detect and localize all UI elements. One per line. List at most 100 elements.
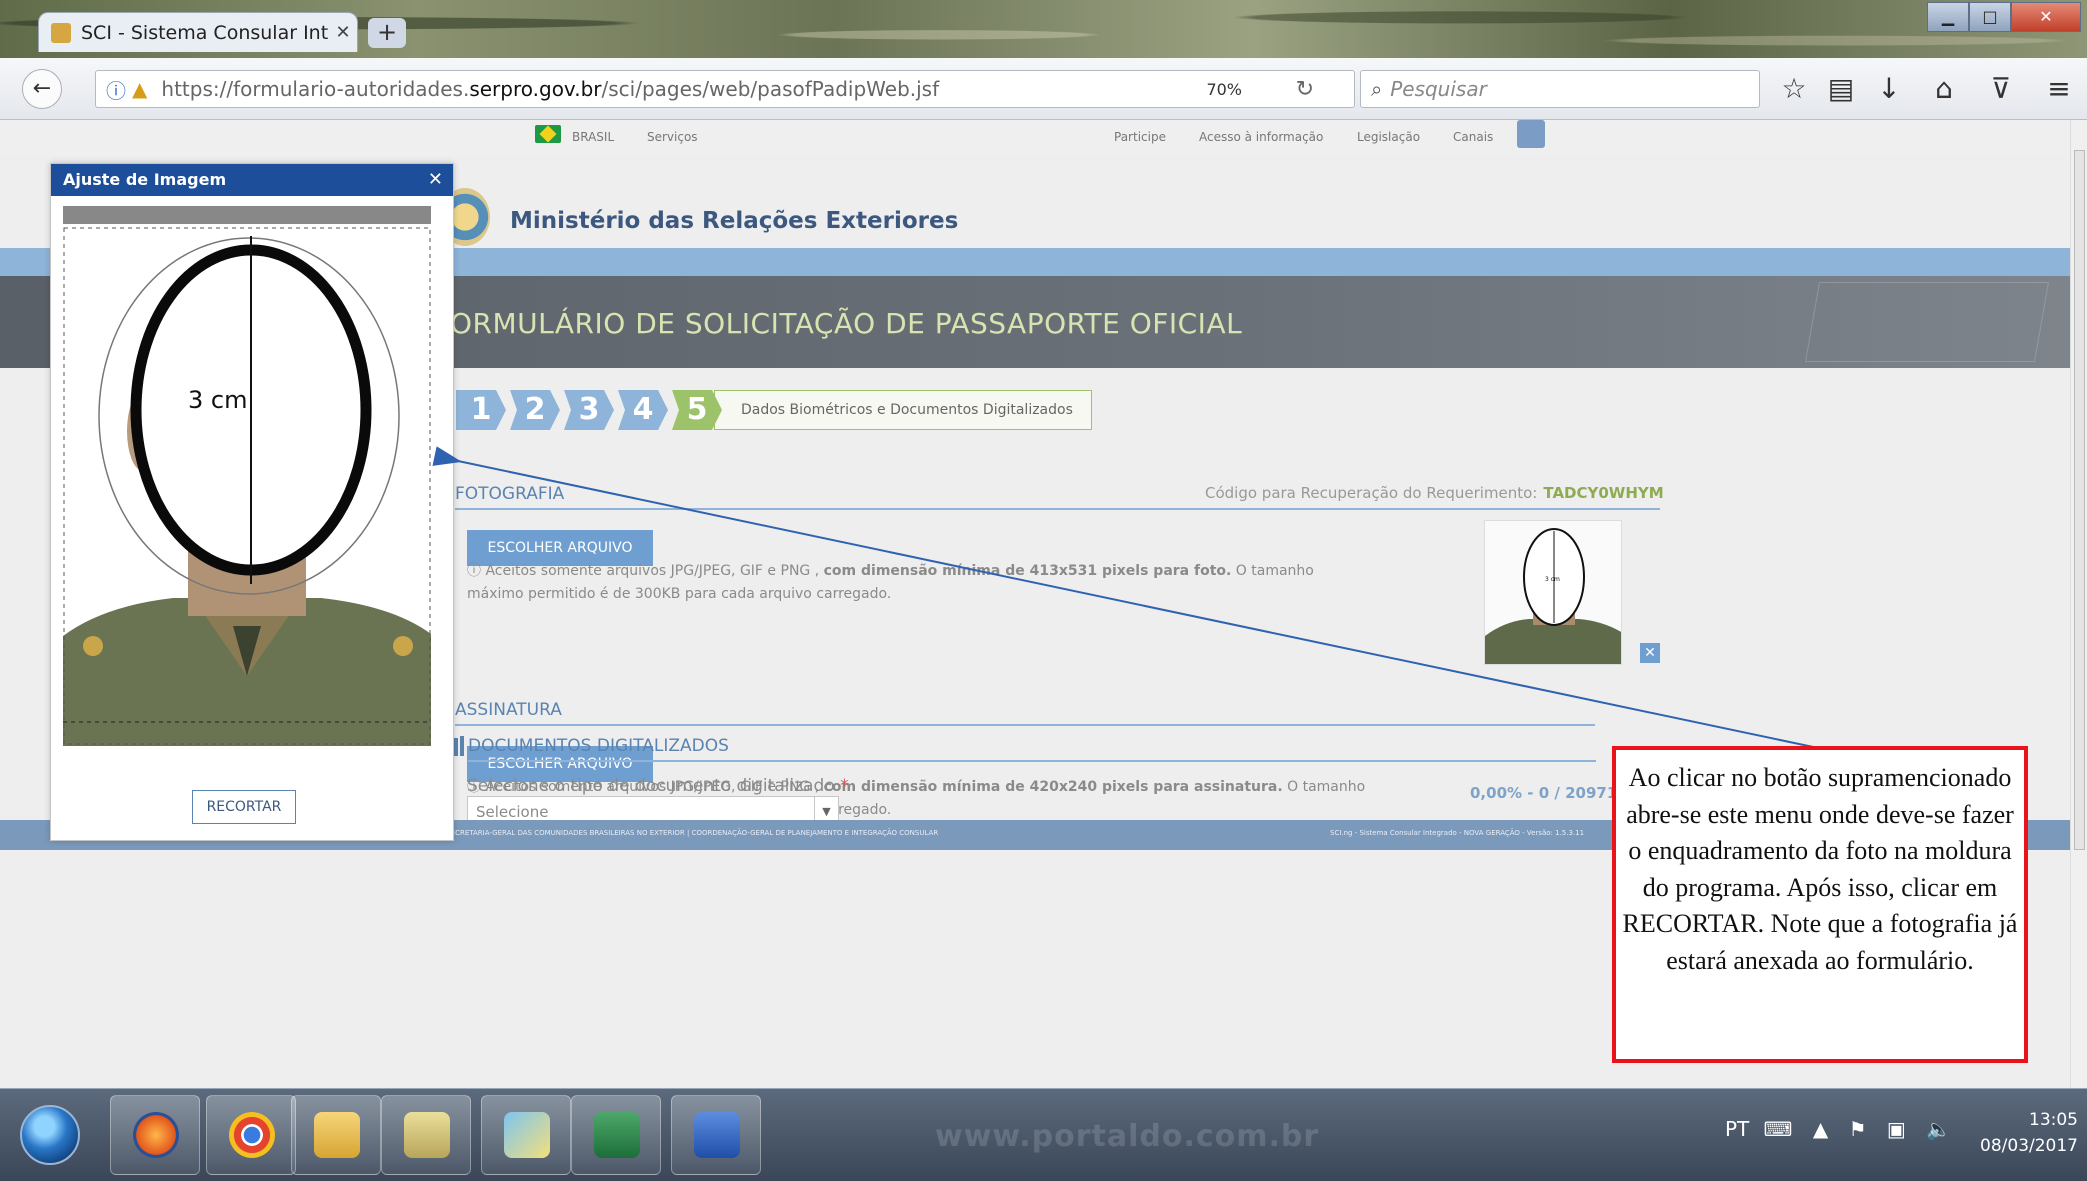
fotografia-divider	[455, 508, 1660, 510]
info-circle-icon: ⓘ	[467, 563, 486, 579]
gov-legislacao-link[interactable]: Legislação	[1357, 130, 1420, 144]
form-title: ORMULÁRIO DE SOLICITAÇÃO DE PASSAPORTE O…	[450, 307, 1243, 340]
doc-type-label-text: Selecione o tipo de documento digitaliza…	[467, 776, 835, 796]
assinatura-title: ASSINATURA	[447, 700, 562, 720]
keyboard-icon[interactable]: ⌨	[1764, 1117, 1793, 1141]
reload-icon[interactable]: ↻	[1296, 77, 1314, 102]
documentos-divider	[468, 760, 1596, 762]
back-button[interactable]: ←	[22, 69, 62, 109]
maximize-button[interactable]: □	[1969, 2, 2011, 32]
zoom-level[interactable]: 70%	[1206, 80, 1242, 99]
fotografia-help-bold: com dimensão mínima de 413x531 pixels pa…	[823, 563, 1232, 579]
assinatura-help-bold: com dimensão mínima de 420x240 pixels pa…	[823, 779, 1283, 795]
image-crop-dialog: Ajuste de Imagem ✕ 3 cm RECORTAR	[50, 163, 454, 841]
footer-right: SCI.ng - Sistema Consular Integrado - NO…	[1330, 829, 1585, 837]
fotografia-title: FOTOGRAFIA	[446, 484, 565, 504]
files-taskbar-button[interactable]	[381, 1095, 471, 1175]
system-tray: PT ⌨ ▲ ⚑ ▣ 🔈	[1725, 1117, 1951, 1141]
watermark-text: www.portaldo.com.br	[935, 1119, 1320, 1154]
step-1[interactable]: 1	[456, 390, 506, 430]
dialog-title: Ajuste de Imagem	[63, 170, 227, 189]
step-2[interactable]: 2	[510, 390, 560, 430]
file-cabinet-icon	[404, 1112, 450, 1158]
start-button[interactable]	[20, 1105, 80, 1165]
chrome-taskbar-button[interactable]	[206, 1095, 296, 1175]
brazil-flag-icon	[535, 125, 561, 143]
remove-photo-button[interactable]: ✕	[1640, 643, 1660, 663]
step-indicator: 1 2 3 4 5 Dados Biométricos e Documentos…	[456, 390, 1092, 430]
tab-title: SCI - Sistema Consular Inte...	[81, 21, 329, 44]
step-active-label: Dados Biométricos e Documentos Digitaliz…	[714, 390, 1092, 430]
info-icon[interactable]: ⓘ	[106, 75, 126, 104]
clock[interactable]: 13:05 08/03/2017	[1960, 1107, 2078, 1159]
dialog-close-icon[interactable]: ✕	[428, 164, 443, 196]
required-mark: *	[840, 776, 849, 796]
volume-icon[interactable]: 🔈	[1926, 1117, 1951, 1141]
recovery-code-label: Código para Recuperação do Requerimento:	[1205, 484, 1538, 502]
explorer-taskbar-button[interactable]	[291, 1095, 381, 1175]
step-5[interactable]: 5	[672, 390, 722, 430]
search-placeholder: Pesquisar	[1390, 77, 1487, 101]
gov-bar: BRASIL Serviços Participe Acesso à infor…	[0, 120, 2070, 156]
footer-left: SUBSECRETARIA-GERAL DAS COMUNIDADES BRAS…	[432, 829, 939, 837]
minimize-button[interactable]: ▁	[1927, 2, 1969, 32]
windows-taskbar: www.portaldo.com.br PT ⌨ ▲ ⚑ ▣ 🔈 13:05 0…	[0, 1088, 2087, 1181]
language-indicator[interactable]: PT	[1725, 1117, 1749, 1141]
download-icon[interactable]: ↓	[1870, 70, 1908, 108]
scrollbar-thumb[interactable]	[2074, 150, 2085, 850]
url-domain: serpro.gov.br	[469, 77, 602, 101]
gov-acesso-link[interactable]: Acesso à informação	[1199, 130, 1323, 144]
page-scrollbar[interactable]	[2070, 120, 2087, 1088]
photos-icon	[504, 1112, 550, 1158]
excel-taskbar-button[interactable]	[571, 1095, 661, 1175]
new-tab-button[interactable]: +	[368, 18, 406, 48]
tray-expand-icon[interactable]: ▲	[1813, 1117, 1828, 1141]
doc-type-select-value: Selecione	[476, 803, 549, 821]
firefox-taskbar-button[interactable]	[110, 1095, 200, 1175]
annotation-callout: Ao clicar no botão supramencionado abre-…	[1612, 746, 2028, 1063]
url-bar[interactable]: ⓘ ▲ https://formulario-autoridades. serpr…	[95, 70, 1355, 108]
pocket-icon[interactable]: ⊽	[1982, 70, 2020, 108]
url-prefix: https://formulario-autoridades.	[161, 77, 470, 101]
accessibility-icon[interactable]	[1517, 120, 1545, 148]
documentos-title: DOCUMENTOS DIGITALIZADOS	[460, 736, 729, 756]
recovery-code: Código para Recuperação do Requerimento:…	[1205, 484, 1664, 502]
window-titlebar: SCI - Sistema Consular Inte... ✕ + ▁ □ ✕	[0, 0, 2087, 58]
reading-list-icon[interactable]: ▤	[1822, 70, 1860, 108]
lock-warning-icon[interactable]: ▲	[132, 77, 147, 101]
gov-participe-link[interactable]: Participe	[1114, 130, 1166, 144]
folder-icon	[314, 1112, 360, 1158]
ministry-name[interactable]: Ministério das Relações Exteriores	[510, 208, 958, 234]
close-window-button[interactable]: ✕	[2011, 2, 2081, 32]
network-icon[interactable]: ▣	[1887, 1117, 1906, 1141]
navigation-toolbar: ← ⓘ ▲ https://formulario-autoridades. ser…	[0, 58, 2087, 120]
chrome-icon	[229, 1112, 275, 1158]
clock-date: 08/03/2017	[1980, 1136, 2078, 1156]
step-3[interactable]: 3	[564, 390, 614, 430]
photos-taskbar-button[interactable]	[481, 1095, 571, 1175]
browser-tab[interactable]: SCI - Sistema Consular Inte... ✕	[38, 12, 358, 52]
search-input[interactable]: ⌕ Pesquisar	[1360, 70, 1760, 108]
crop-button[interactable]: RECORTAR	[192, 790, 296, 824]
clock-time: 13:05	[2029, 1110, 2078, 1130]
gov-brasil-link[interactable]: BRASIL	[572, 130, 614, 144]
face-size-label: 3 cm	[188, 386, 247, 414]
step-4[interactable]: 4	[618, 390, 668, 430]
word-taskbar-button[interactable]	[671, 1095, 761, 1175]
crop-area[interactable]: 3 cm	[63, 206, 431, 746]
bookmark-star-icon[interactable]: ☆	[1775, 70, 1813, 108]
dialog-header: Ajuste de Imagem ✕	[51, 164, 453, 196]
gov-canais-link[interactable]: Canais	[1453, 130, 1493, 144]
photo-thumbnail: 3 cm	[1484, 520, 1622, 665]
gov-servicos-link[interactable]: Serviços	[647, 130, 698, 144]
home-icon[interactable]: ⌂	[1925, 70, 1963, 108]
flag-icon[interactable]: ⚑	[1849, 1117, 1867, 1141]
favicon-icon	[51, 22, 71, 43]
fotografia-help-1: Aceitos somente arquivos JPG/JPEG, GIF e…	[485, 563, 820, 579]
doc-type-label: Selecione o tipo de documento digitaliza…	[467, 776, 849, 796]
menu-icon[interactable]: ≡	[2040, 70, 2078, 108]
assinatura-divider	[455, 724, 1595, 726]
thumb-face-label: 3 cm	[1545, 576, 1560, 583]
url-path: /sci/pages/web/pasofPadipWeb.jsf	[601, 77, 940, 101]
tab-close-icon[interactable]: ✕	[329, 22, 357, 43]
